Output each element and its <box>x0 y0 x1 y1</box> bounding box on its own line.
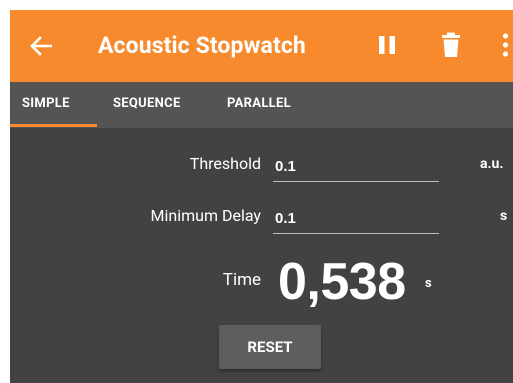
threshold-field[interactable] <box>273 153 439 182</box>
tab-sequence[interactable]: SEQUENCE <box>113 82 181 128</box>
pause-button[interactable] <box>376 34 398 56</box>
time-unit: s <box>425 276 432 291</box>
trash-icon <box>442 32 460 57</box>
pause-icon <box>379 36 395 54</box>
tab-parallel[interactable]: PARALLEL <box>227 82 291 128</box>
tab-indicator <box>10 124 97 127</box>
minimum-delay-input[interactable] <box>275 205 425 231</box>
time-label: Time <box>222 270 261 290</box>
time-value: 0,538 <box>278 253 406 311</box>
app-bar: Acoustic Stopwatch <box>10 10 513 82</box>
app-window: Acoustic Stopwatch SIMPLE SEQUENCE PARAL… <box>10 10 513 383</box>
tab-simple[interactable]: SIMPLE <box>22 82 70 128</box>
more-vert-icon <box>502 33 509 57</box>
threshold-input[interactable] <box>275 153 425 179</box>
arrow-back-icon <box>30 36 52 56</box>
threshold-unit: a.u. <box>480 156 504 172</box>
back-button[interactable] <box>28 31 54 61</box>
more-options-button[interactable] <box>498 32 513 58</box>
app-title: Acoustic Stopwatch <box>98 32 306 59</box>
minimum-delay-label: Minimum Delay <box>150 206 261 225</box>
tab-bar: SIMPLE SEQUENCE PARALLEL <box>10 82 513 128</box>
reset-button[interactable]: RESET <box>219 325 321 369</box>
minimum-delay-unit: s <box>500 208 508 224</box>
threshold-label: Threshold <box>189 154 261 173</box>
minimum-delay-field[interactable] <box>273 205 439 234</box>
delete-button[interactable] <box>440 32 462 58</box>
